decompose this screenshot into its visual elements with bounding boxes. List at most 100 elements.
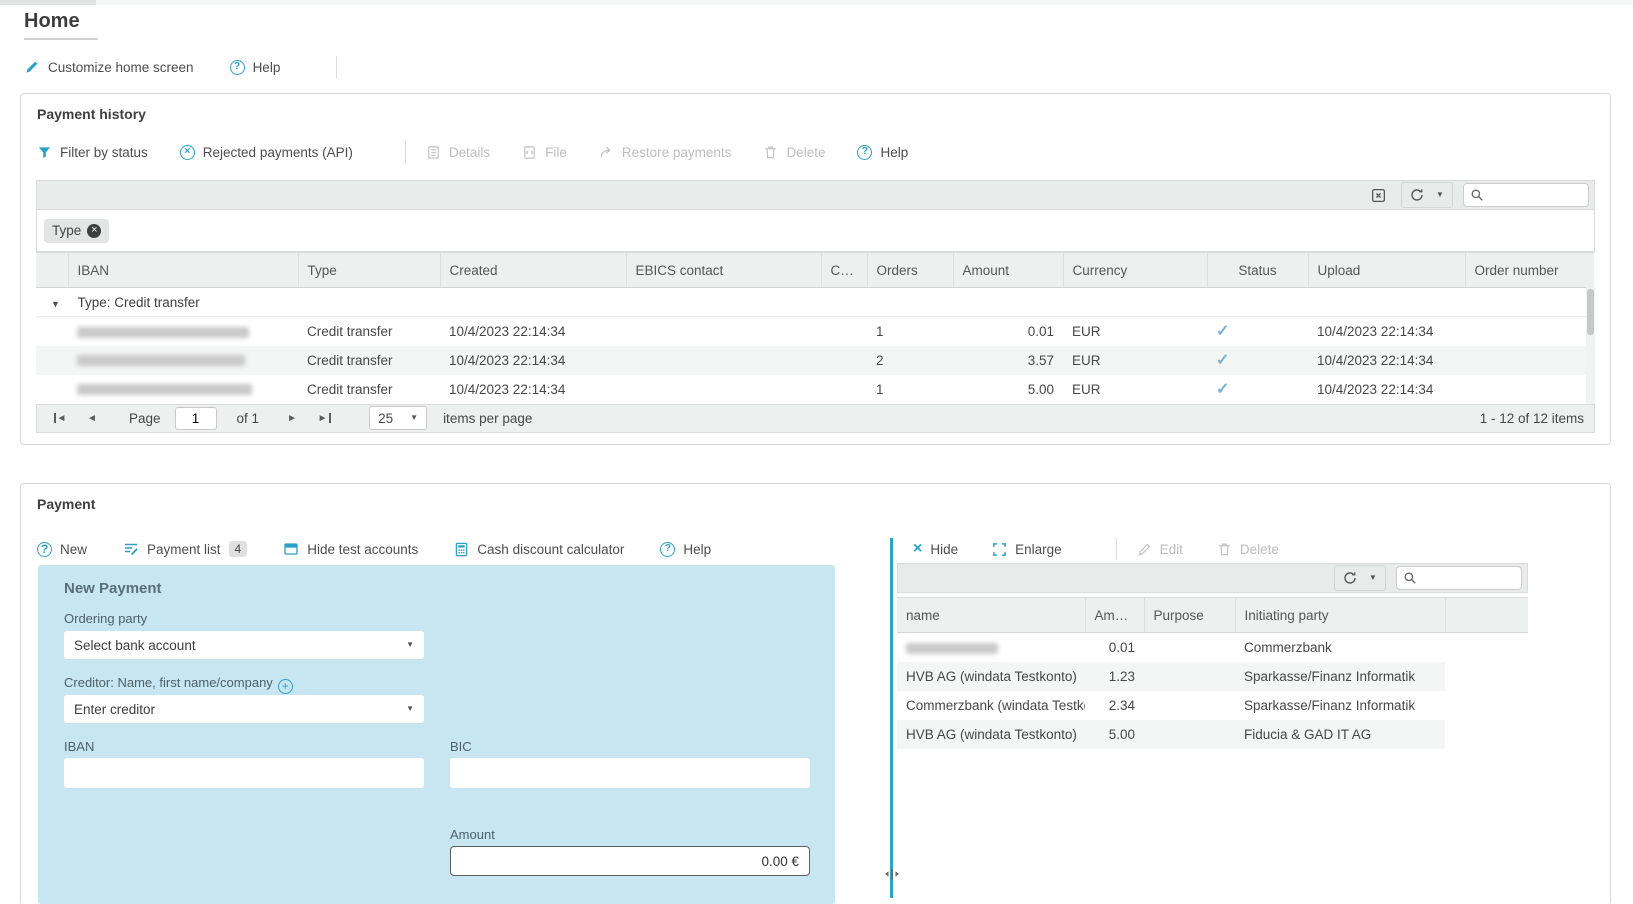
edit-button[interactable]: Edit [1137,542,1183,557]
column-status[interactable]: Status [1207,253,1308,288]
status-check-icon [1216,381,1229,398]
column-amount[interactable]: Amount [953,253,1063,288]
restore-payments-button[interactable]: Restore payments [599,145,732,160]
delete-payment-label: Delete [1240,542,1279,557]
bic-input[interactable] [450,758,810,788]
table-row[interactable]: Credit transfer 10/4/2023 22:14:34 1 0.0… [36,317,1594,346]
add-creditor-icon[interactable] [278,679,293,694]
file-icon [522,145,537,160]
amount-input[interactable] [450,846,810,876]
column-contact[interactable]: Conta... [821,253,867,288]
ordering-party-select[interactable]: Select bank account [64,631,424,659]
first-page-button[interactable] [47,407,73,429]
payment-list-toolbar: Hide Enlarge Edit Delete [913,536,1313,562]
cell-name: HVB AG (windata Testkonto) [897,720,1085,749]
column-ebics-contact[interactable]: EBICS contact [626,253,821,288]
cell-purpose [1144,720,1235,749]
column-filler [1445,598,1528,633]
iban-input[interactable] [64,758,424,788]
search-input[interactable] [1488,187,1582,204]
cell-order-number [1465,317,1594,346]
cell-upload: 10/4/2023 22:14:34 [1308,375,1465,404]
enlarge-icon [992,542,1007,557]
new-payment-button[interactable]: New [37,542,87,557]
delete-button[interactable]: Delete [763,145,825,160]
delete-payment-button[interactable]: Delete [1217,542,1279,557]
cell-name-redacted [897,633,1085,662]
column-name[interactable]: name [897,598,1085,633]
add-circle-icon [37,542,52,557]
column-created[interactable]: Created [440,253,626,288]
page-of-label: of 1 [237,411,260,426]
close-icon[interactable] [87,224,101,238]
search-icon [1470,188,1484,202]
calculator-icon [454,542,469,557]
table-row[interactable]: HVB AG (windata Testkonto) 5.00 Fiducia … [897,720,1528,749]
items-per-page-label: items per page [443,411,532,426]
pager-range-label: 1 - 12 of 12 items [1480,411,1584,426]
page-number-input[interactable] [175,407,217,430]
previous-page-button[interactable] [79,407,105,429]
chevron-down-icon [410,414,418,422]
refresh-options-button[interactable] [1430,183,1450,207]
table-row[interactable]: Credit transfer 10/4/2023 22:14:34 1 5.0… [36,375,1594,404]
table-row[interactable]: HVB AG (windata Testkonto) 1.23 Sparkass… [897,662,1528,691]
filter-by-status-button[interactable]: Filter by status [37,145,148,160]
excel-export-button[interactable] [1365,183,1391,207]
refresh-options-button[interactable] [1363,566,1383,590]
grid-search [1463,183,1589,207]
help-icon [857,145,872,160]
rejected-payments-label: Rejected payments (API) [203,145,353,160]
column-iban[interactable]: IBAN [68,253,298,288]
column-purpose[interactable]: Purpose [1144,598,1235,633]
home-help-button[interactable]: Help [230,60,281,75]
search-input[interactable] [1421,570,1515,587]
column-initiating-party[interactable]: Initiating party [1235,598,1445,633]
payment-list-area: Hide Enlarge Edit Delete [897,484,1528,904]
payment-help-button[interactable]: Help [660,542,711,557]
details-label: Details [449,145,490,160]
enlarge-button[interactable]: Enlarge [992,542,1062,557]
chevron-down-icon [406,641,414,649]
pencil-icon [24,59,40,75]
cell-amount: 5.00 [1085,720,1144,749]
table-row[interactable]: Commerzbank (windata Testkonto) 2.34 Spa… [897,691,1528,720]
column-order-number[interactable]: Order number [1465,253,1594,288]
bic-label: BIC [450,739,472,754]
page-size-select[interactable]: 25 [369,406,427,430]
refresh-button[interactable] [1404,183,1430,207]
last-page-button[interactable] [311,407,337,429]
hide-button[interactable]: Hide [913,541,958,557]
details-button[interactable]: Details [426,145,490,160]
group-chip-type[interactable]: Type [44,219,109,243]
column-amount[interactable]: Amount [1085,598,1144,633]
group-row-credit-transfer[interactable]: Type: Credit transfer [36,288,1594,317]
refresh-button[interactable] [1337,566,1363,590]
payment-list-label: Payment list [147,542,221,557]
column-type[interactable]: Type [298,253,440,288]
next-page-button[interactable] [279,407,305,429]
panel-splitter[interactable] [890,538,893,898]
column-upload[interactable]: Upload [1308,253,1465,288]
collapse-group-icon[interactable] [51,299,60,309]
customize-home-screen-button[interactable]: Customize home screen [24,59,194,75]
table-scrollbar[interactable] [1586,287,1595,404]
hide-test-accounts-button[interactable]: Hide test accounts [283,541,418,557]
cash-discount-calculator-button[interactable]: Cash discount calculator [454,542,624,557]
status-check-icon [1216,352,1229,369]
table-row[interactable]: 0.01 Commerzbank [897,633,1528,662]
rejected-payments-button[interactable]: Rejected payments (API) [180,145,353,160]
column-orders[interactable]: Orders [867,253,953,288]
close-icon [913,541,922,557]
payment-help-label: Help [683,542,711,557]
cell-iban-redacted [68,317,298,346]
column-currency[interactable]: Currency [1063,253,1207,288]
creditor-select[interactable]: Enter creditor [64,695,424,723]
payment-list-badge: 4 [229,541,248,557]
cell-order-number [1465,346,1594,375]
file-button[interactable]: File [522,145,567,160]
payment-list-button[interactable]: Payment list 4 [123,541,247,557]
cell-amount: 5.00 [953,375,1063,404]
table-row[interactable]: Credit transfer 10/4/2023 22:14:34 2 3.5… [36,346,1594,375]
payment-history-help-button[interactable]: Help [857,145,908,160]
